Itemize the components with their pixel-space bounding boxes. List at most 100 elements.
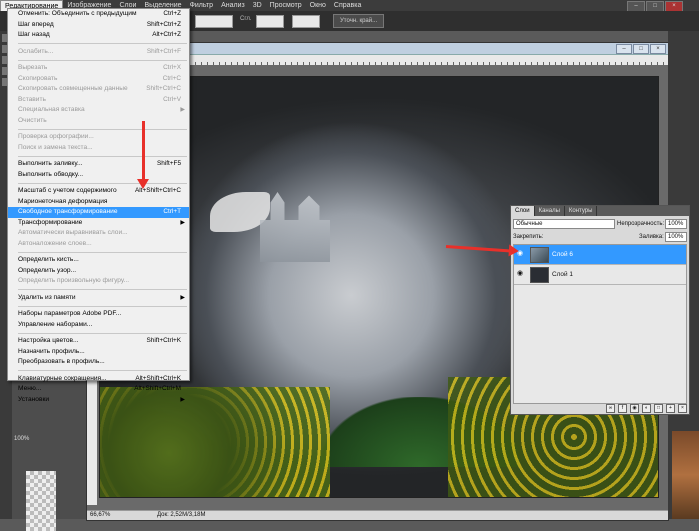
tab-paths[interactable]: Контуры [565,206,598,216]
menu-item-shortcut: Ctrl+C [162,74,181,82]
edit-dropdown-menu: Отменить: Объединить с предыдущим Ctrl+Z Ш… [7,8,190,403]
menu-item-label: Вставить [18,95,46,103]
doc-restore-icon[interactable]: □ [633,44,649,54]
menu-item[interactable]: Наборы параметров Adobe PDF... [8,309,189,320]
menu-item: Определить произвольную фигуру... [8,276,189,287]
menu-window[interactable]: Окно [306,0,330,11]
menu-item[interactable]: Управление наборами... [8,320,189,331]
menu-item[interactable]: Свободное трансформирование Ctrl+T [8,207,189,218]
menu-view[interactable]: Просмотр [266,0,306,11]
menu-item-label: Определить произвольную фигуру... [18,277,130,284]
menu-item-label: Специальная вставка [18,106,85,113]
layer-thumbnail [530,247,549,263]
castle-shape [260,192,330,262]
layer-row[interactable]: ◉ Слой 6 [514,245,686,265]
menu-separator [18,332,187,334]
style-select[interactable] [195,15,233,28]
menu-item-label: Преобразовать в профиль... [18,358,105,365]
menu-item[interactable]: Клавиатурные сокращения... Alt+Shift+Ctrl… [8,374,189,385]
doc-close-icon[interactable]: × [650,44,666,54]
layer-name: Слой 6 [552,251,573,258]
menu-item[interactable]: Трансформирование ▶ [8,218,189,229]
menu-item-shortcut: Shift+Ctrl+C [146,85,181,92]
menu-separator [18,155,187,157]
menu-item[interactable]: Преобразовать в профиль... [8,357,189,368]
menu-item[interactable]: Установки ▶ [8,395,189,406]
eye-icon[interactable]: ◉ [517,270,524,277]
menu-item[interactable]: Отменить: Объединить с предыдущим Ctrl+Z [8,9,189,20]
menu-item[interactable]: Настройка цветов... Shift+Ctrl+K [8,336,189,347]
menu-item: Вырезать Ctrl+X [8,63,189,74]
menu-item-shortcut: Alt+Shift+Ctrl+K [135,374,181,382]
menu-item-shortcut: Shift+Ctrl+Z [146,20,181,28]
menu-item-label: Автоналожение слоев... [18,239,92,247]
new-layer-icon[interactable]: + [666,404,675,413]
menu-item-shortcut: Ctrl+Z [163,10,181,17]
menu-item-label: Наборы параметров Adobe PDF... [18,310,122,317]
menu-item-label: Установки [18,395,50,403]
menu-3d[interactable]: 3D [249,0,266,11]
layers-list: ◉ Слой 6 ◉ Слой 1 [513,244,687,404]
link-icon[interactable]: ∞ [606,404,615,413]
menu-item[interactable]: Шаг назад Alt+Ctrl+Z [8,30,189,41]
menu-item-label: Шаг назад [18,31,50,38]
menu-item: Проверка орфографии... [8,132,189,143]
opacity-field[interactable]: 100% [665,219,687,229]
menu-help[interactable]: Справка [330,0,365,11]
menu-item[interactable]: Выполнить заливку... Shift+F5 [8,159,189,170]
menu-item-label: Очистить [18,116,47,124]
menu-separator [18,305,187,307]
mask-icon[interactable]: ◉ [630,404,639,413]
fill-field[interactable]: 100% [665,232,687,242]
menu-item: Автоматически выравнивать слои... [8,228,189,239]
folder-icon[interactable]: □ [654,404,663,413]
menu-item-shortcut: Ctrl+X [163,64,181,71]
menu-item[interactable]: Назначить профиль... [8,347,189,358]
menu-item: Специальная вставка ▶ [8,105,189,116]
menu-item-shortcut: Alt+Shift+Ctrl+M [134,385,181,392]
lock-row: Закрепить: Заливка: 100% [513,232,687,242]
menu-item-shortcut: Ctrl+V [163,95,181,103]
refine-edge-button[interactable]: Уточн. край... [333,14,385,28]
tab-layers[interactable]: Слои [511,206,535,216]
menu-item[interactable]: Масштаб с учетом содержимого Alt+Shift+Ct… [8,186,189,197]
menu-item[interactable]: Меню... Alt+Shift+Ctrl+M [8,384,189,395]
menu-item-label: Поиск и замена текста... [18,143,93,151]
menu-item-label: Проверка орфографии... [18,133,94,140]
submenu-arrow-icon: ▶ [180,294,185,301]
menu-item[interactable]: Удалить из памяти ▶ [8,293,189,304]
layer-name: Слой 1 [552,271,573,278]
menu-separator [18,251,187,253]
menu-item[interactable]: Определить узор... [8,266,189,277]
menu-analysis[interactable]: Анализ [217,0,249,11]
doc-minimize-icon[interactable]: – [616,44,632,54]
menu-item-label: Настройка цветов... [18,337,79,344]
layer-row[interactable]: ◉ Слой 1 [514,265,686,285]
menu-separator [18,43,187,44]
menu-item[interactable]: Марионеточная деформация [8,197,189,208]
menu-item-label: Ослабить... [18,47,54,55]
menu-item[interactable]: Выполнить обводку... [8,170,189,181]
panel-percent: 100% [14,436,30,442]
tab-channels[interactable]: Каналы [535,206,565,216]
menu-filter[interactable]: Фильтр [186,0,218,11]
menu-item-label: Свободное трансформирование [18,208,118,215]
adjustment-icon[interactable]: ◐ [642,404,651,413]
menu-item-label: Шаг вперед [18,20,54,28]
menu-item-shortcut: Ctrl+T [163,208,181,215]
menu-item[interactable]: Шаг вперед Shift+Ctrl+Z [8,20,189,31]
menu-item[interactable]: Определить кисть... [8,255,189,266]
lock-label: Закрепить: [513,234,544,240]
trash-icon[interactable]: × [678,404,687,413]
menu-separator [18,128,187,130]
submenu-arrow-icon: ▶ [180,396,185,403]
menu-item-label: Скопировать [18,74,58,82]
layers-bottom-bar: ∞ f ◉ ◐ □ + × [513,404,687,413]
fx-icon[interactable]: f [618,404,627,413]
width-field[interactable] [256,15,284,28]
blend-mode-select[interactable]: Обычные [513,219,615,229]
fill-label: Заливка: [639,234,664,240]
menu-item: Вставить Ctrl+V [8,95,189,106]
height-field[interactable] [292,15,320,28]
menu-item-label: Марионеточная деформация [18,197,108,205]
